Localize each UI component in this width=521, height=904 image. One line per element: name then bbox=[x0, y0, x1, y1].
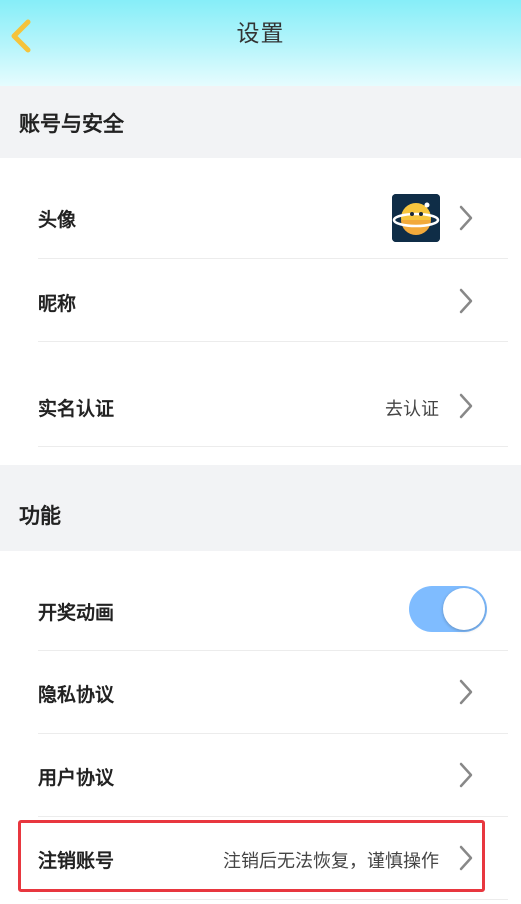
avatar bbox=[392, 194, 440, 242]
nickname-row[interactable]: 昵称 bbox=[38, 259, 508, 342]
section-features-title: 功能 bbox=[19, 504, 61, 528]
user-agreement-row[interactable]: 用户协议 bbox=[38, 734, 508, 817]
chevron-right-icon bbox=[459, 679, 473, 705]
realname-status: 去认证 bbox=[385, 399, 439, 420]
privacy-label: 隐私协议 bbox=[38, 684, 115, 706]
chevron-right-icon bbox=[459, 393, 473, 419]
section-account: 账号与安全 bbox=[0, 86, 521, 158]
realname-label: 实名认证 bbox=[38, 398, 115, 420]
toggle-knob bbox=[443, 588, 485, 630]
chevron-right-icon bbox=[459, 762, 473, 788]
avatar-row[interactable]: 头像 bbox=[38, 175, 508, 259]
section-features: 功能 bbox=[0, 465, 521, 551]
animation-toggle[interactable] bbox=[409, 586, 487, 632]
user-agreement-label: 用户协议 bbox=[38, 767, 115, 789]
top-bar: 设置 bbox=[0, 0, 521, 86]
nickname-label: 昵称 bbox=[38, 293, 77, 315]
avatar-label: 头像 bbox=[38, 209, 77, 231]
planet-avatar-icon bbox=[392, 194, 440, 242]
privacy-row[interactable]: 隐私协议 bbox=[38, 651, 508, 734]
page-title: 设置 bbox=[236, 21, 285, 47]
highlight-box bbox=[18, 820, 485, 892]
animation-label: 开奖动画 bbox=[38, 602, 115, 624]
animation-row: 开奖动画 bbox=[38, 568, 508, 651]
chevron-right-icon bbox=[459, 205, 473, 231]
realname-row[interactable]: 实名认证 去认证 bbox=[38, 362, 508, 447]
section-account-title: 账号与安全 bbox=[19, 112, 124, 136]
chevron-right-icon bbox=[459, 288, 473, 314]
